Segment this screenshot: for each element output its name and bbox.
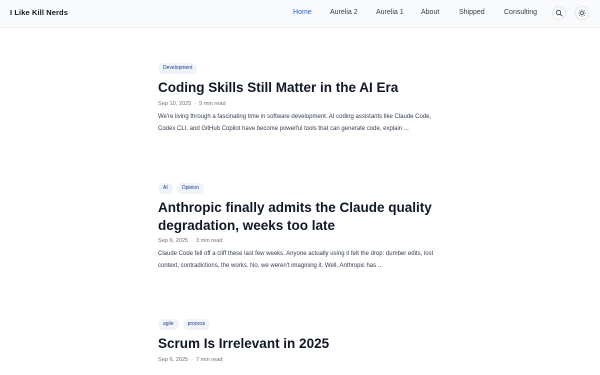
post-excerpt: Claude Code fell off a cliff these last … <box>158 251 434 269</box>
post-card: Development Coding Skills Still Matter i… <box>158 63 458 135</box>
meta-separator: · <box>191 238 194 244</box>
post-title[interactable]: Scrum Is Irrelevant in 2025 <box>158 335 458 353</box>
post-date: Sep 10, 2025 <box>158 100 192 107</box>
post-meta: Sep 9, 2025 · 3 min read <box>158 238 458 244</box>
tag-badge[interactable]: AI <box>158 183 173 194</box>
site-header: I Like Kill Nerds Home Aurelia 2 Aurelia… <box>0 0 600 28</box>
post-card: AI Opinion Anthropic finally admits the … <box>158 183 458 272</box>
site-brand[interactable]: I Like Kill Nerds <box>10 8 68 17</box>
tag-badge[interactable]: Development <box>158 63 198 74</box>
nav-aurelia-2[interactable]: Aurelia 2 <box>330 9 358 16</box>
post-date: Sep 9, 2025 <box>158 238 189 244</box>
post-read-time: 3 min read <box>196 238 223 244</box>
post-meta: Sep 10, 2025 · 5 min read <box>158 101 458 107</box>
post-tags: AI Opinion <box>158 183 458 195</box>
post-read-time: 7 min read <box>196 356 223 363</box>
post-excerpt: We're living through a fascinating time … <box>158 113 432 132</box>
post-title[interactable]: Coding Skills Still Matter in the AI Era <box>158 79 458 97</box>
nav-home[interactable]: Home <box>293 9 312 16</box>
post-tags: agile process <box>158 319 458 331</box>
nav-about[interactable]: About <box>421 9 439 16</box>
meta-separator: · <box>194 100 197 107</box>
search-button[interactable] <box>552 6 566 20</box>
nav-aurelia-1[interactable]: Aurelia 1 <box>376 9 404 16</box>
post-meta: Sep 6, 2025 · 7 min read <box>158 357 458 363</box>
post-title[interactable]: Anthropic finally admits the Claude qual… <box>158 199 458 234</box>
theme-toggle-button[interactable] <box>575 6 589 20</box>
post-date: Sep 6, 2025 <box>158 356 189 363</box>
nav-shipped[interactable]: Shipped <box>459 9 485 16</box>
post-card: agile process Scrum Is Irrelevant in 202… <box>158 319 458 363</box>
search-icon <box>555 9 563 17</box>
tag-badge[interactable]: process <box>182 319 211 330</box>
tag-badge[interactable]: Opinion <box>176 183 204 194</box>
tag-badge[interactable]: agile <box>158 319 179 330</box>
post-tags: Development <box>158 63 458 75</box>
meta-separator: · <box>191 356 194 363</box>
post-read-time: 5 min read <box>199 100 226 107</box>
nav-consulting[interactable]: Consulting <box>504 9 537 16</box>
sun-icon <box>578 9 586 17</box>
